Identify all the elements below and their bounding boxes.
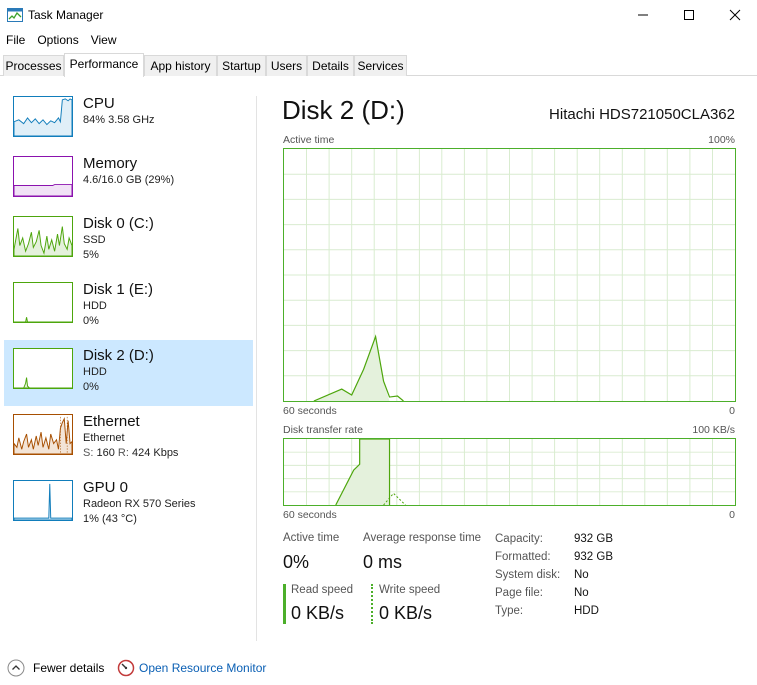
sidebar-item-usage: 5% [83,249,99,261]
tab-performance[interactable]: Performance [64,53,144,77]
disk-0-thumbnail-graph [13,216,73,257]
close-icon [729,9,741,21]
sidebar-item-title: CPU [83,95,115,112]
resource-monitor-icon[interactable] [117,659,135,677]
sidebar-item-usage: 1% (43 °C) [83,513,137,525]
active-time-graph-max: 100% [708,134,735,146]
tab-users[interactable]: Users [266,55,307,76]
formatted-value: 932 GB [574,551,613,563]
sidebar-item-usage: 0% [83,381,99,393]
memory-thumbnail-graph [13,156,73,197]
maximize-button[interactable] [666,0,712,30]
page-file-value: No [574,587,589,599]
sidebar-item-detail: Radeon RX 570 Series [83,498,196,510]
send-value: 160 [96,447,115,459]
footer-bar: Fewer details Open Resource Monitor [0,655,757,683]
write-speed-label: Write speed [379,584,441,596]
sidebar-item-gpu-0[interactable]: GPU 0 Radeon RX 570 Series 1% (43 °C) [4,472,253,538]
transfer-rate-graph-label: Disk transfer rate [283,424,363,436]
fewer-details-button[interactable]: Fewer details [33,661,104,675]
sidebar-item-cpu[interactable]: CPU 84% 3.58 GHz [4,88,253,154]
write-speed-indicator [371,584,373,624]
sidebar-item-disk-1[interactable]: Disk 1 (E:) HDD 0% [4,274,253,340]
formatted-label: Formatted: [495,551,551,563]
sidebar-item-detail: HDD [83,366,107,378]
gpu-0-thumbnail-graph [13,480,73,521]
receive-label: R: [117,447,129,459]
avg-response-time-label: Average response time [363,532,482,544]
disk-1-thumbnail-graph [13,282,73,323]
disk-2-thumbnail-graph [13,348,73,389]
active-time-graph [283,148,736,402]
menu-options[interactable]: Options [31,31,84,49]
device-model: Hitachi HDS721050CLA362 [549,106,735,123]
sidebar-item-detail: 4.6/16.0 GB (29%) [83,174,175,186]
title-bar: Task Manager [0,0,757,30]
active-time-graph-timespan: 60 seconds [283,405,337,417]
sidebar-item-detail: HDD [83,300,107,312]
active-time-label: Active time [283,532,340,544]
sidebar-item-memory[interactable]: Memory 4.6/16.0 GB (29%) [4,148,253,214]
menu-view[interactable]: View [85,31,123,49]
active-time-graph-min: 0 [729,405,735,417]
type-label: Type: [495,605,524,617]
sidebar-item-detail: SSD [83,234,106,246]
write-speed-value: 0 KB/s [379,603,433,623]
sidebar-item-usage: 0% [83,315,99,327]
capacity-label: Capacity: [495,533,543,545]
transfer-rate-graph-max: 100 KB/s [692,424,735,436]
tab-app-history[interactable]: App history [144,55,217,76]
sidebar-item-ethernet[interactable]: Ethernet Ethernet S: 160 R: 424 Kbps [4,406,253,472]
sidebar-item-title: Disk 0 (C:) [83,215,154,232]
tab-services[interactable]: Services [354,55,407,76]
sidebar-item-title: Ethernet [83,413,140,430]
sidebar-item-disk-2[interactable]: Disk 2 (D:) HDD 0% [4,340,253,406]
sidebar-item-title: Memory [83,155,138,172]
minimize-button[interactable] [620,0,666,30]
tab-details[interactable]: Details [307,55,354,76]
close-button[interactable] [712,0,757,30]
active-time-value: 0% [283,552,310,572]
menu-bar: File Options View [0,31,123,49]
sidebar-item-disk-0[interactable]: Disk 0 (C:) SSD 5% [4,208,253,274]
sidebar-item-throughput: S: 160 R: 424 Kbps [83,447,178,459]
sidebar-item-title: Disk 1 (E:) [83,281,154,298]
read-speed-indicator [283,584,286,624]
sidebar-item-detail: Ethernet [83,432,125,444]
panel-divider [256,96,257,641]
window-title: Task Manager [28,8,104,22]
chevron-up-icon[interactable] [7,659,25,677]
task-manager-icon [7,8,23,22]
tab-strip: Processes Performance App history Startu… [0,53,757,77]
active-time-graph-label: Active time [283,134,335,146]
page-file-label: Page file: [495,587,543,599]
sidebar-item-title: GPU 0 [83,479,129,496]
minimize-icon [638,14,648,16]
read-speed-value: 0 KB/s [291,603,345,623]
transfer-rate-graph [283,438,736,506]
tab-processes[interactable]: Processes [3,55,64,76]
send-label: S: [83,447,94,459]
sidebar-item-title: Disk 2 (D:) [83,347,154,364]
read-speed-label: Read speed [291,584,354,596]
sidebar-item-detail: 84% 3.58 GHz [83,114,155,126]
ethernet-thumbnail-graph [13,414,73,455]
open-resource-monitor-link[interactable]: Open Resource Monitor [139,661,266,675]
system-disk-label: System disk: [495,569,561,581]
menu-file[interactable]: File [0,31,31,49]
capacity-value: 932 GB [574,533,613,545]
transfer-rate-graph-min: 0 [729,509,735,521]
transfer-rate-graph-timespan: 60 seconds [283,509,337,521]
receive-value: 424 Kbps [131,447,179,459]
maximize-icon [684,10,694,20]
system-disk-value: No [574,569,589,581]
avg-response-time-value: 0 ms [363,552,403,572]
tab-startup[interactable]: Startup [217,55,266,76]
type-value: HDD [574,605,599,617]
page-title: Disk 2 (D:) [282,95,405,125]
cpu-thumbnail-graph [13,96,73,137]
